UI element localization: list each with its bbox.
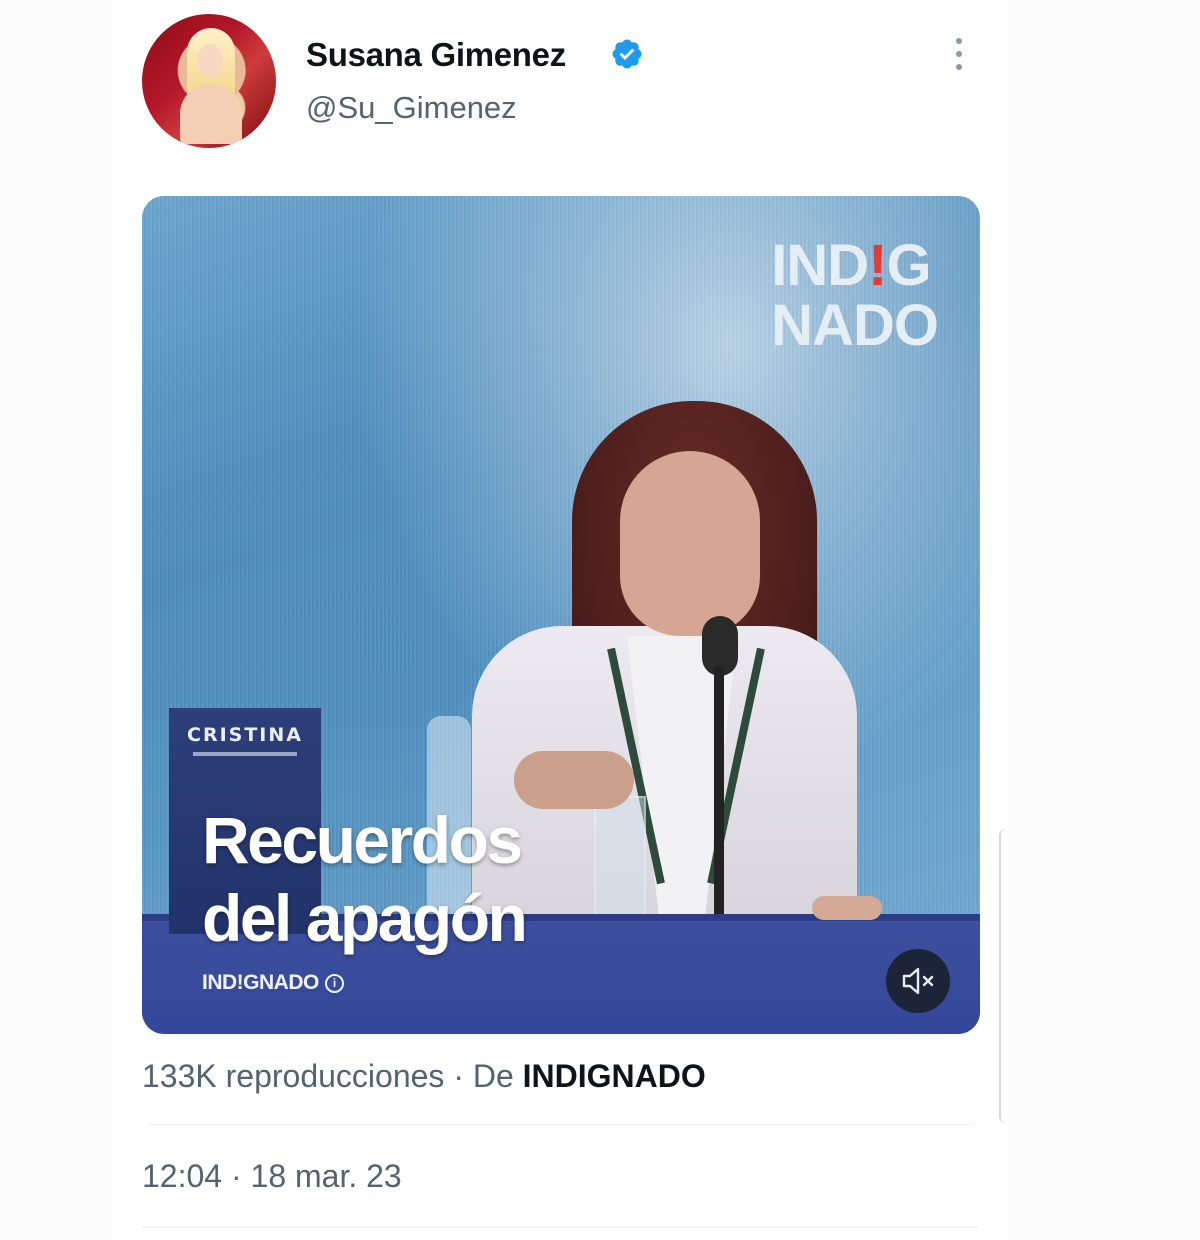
speaker-hand xyxy=(812,896,882,920)
microphone-stand xyxy=(714,666,724,916)
book-subtitle-line xyxy=(193,752,297,756)
author-handle[interactable]: @Su_Gimenez xyxy=(306,90,517,126)
speaker-face xyxy=(620,451,760,636)
left-gutter xyxy=(0,0,112,1240)
brand-exclamation: ! xyxy=(868,233,887,298)
more-dots-icon[interactable] xyxy=(944,34,974,74)
view-count: 133K reproducciones · De INDIGNADO xyxy=(142,1058,706,1095)
right-gutter xyxy=(1008,0,1200,1240)
video-headline: Recuerdos del apagón xyxy=(202,801,528,957)
headline-line-1: Recuerdos xyxy=(202,803,523,877)
brand-part: G xyxy=(886,233,931,298)
separator: · xyxy=(453,1058,464,1094)
brand-part: IND xyxy=(771,233,869,298)
dot xyxy=(956,51,962,57)
tweet-page: Susana Gimenez @Su_Gimenez CRISTINA IND!… xyxy=(0,0,1200,1240)
dot xyxy=(956,38,962,44)
water-glass xyxy=(594,796,646,916)
avatar-face xyxy=(197,44,223,78)
info-icon[interactable]: i xyxy=(324,973,344,993)
from-account-link[interactable]: INDIGNADO xyxy=(523,1058,706,1094)
tweet-video[interactable]: CRISTINA IND!G NADO Recuerdos del apagón… xyxy=(142,196,980,1034)
from-label: De xyxy=(472,1058,514,1094)
views-text: 133K reproducciones xyxy=(142,1058,445,1094)
tweet-timestamp[interactable]: 12:04 · 18 mar. 23 xyxy=(142,1158,402,1195)
author-avatar[interactable] xyxy=(142,14,276,148)
avatar-body xyxy=(180,84,242,144)
divider xyxy=(148,1124,974,1125)
dot xyxy=(956,64,962,70)
verified-badge-icon xyxy=(612,39,642,69)
author-name[interactable]: Susana Gimenez xyxy=(306,36,566,74)
brand-watermark: IND!G NADO xyxy=(771,233,939,358)
divider xyxy=(142,1226,978,1228)
speaker-muted-icon xyxy=(902,967,934,995)
headline-line-2: del apagón xyxy=(202,881,528,955)
source-label: IND!GNADO xyxy=(202,971,319,994)
mute-button[interactable] xyxy=(886,949,950,1013)
speaker-hand xyxy=(514,751,634,809)
brand-line-2: NADO xyxy=(771,293,939,358)
adjacent-card-edge xyxy=(999,828,1007,1124)
video-source[interactable]: IND!GNADO i xyxy=(202,971,344,995)
book-title: CRISTINA xyxy=(187,724,303,746)
